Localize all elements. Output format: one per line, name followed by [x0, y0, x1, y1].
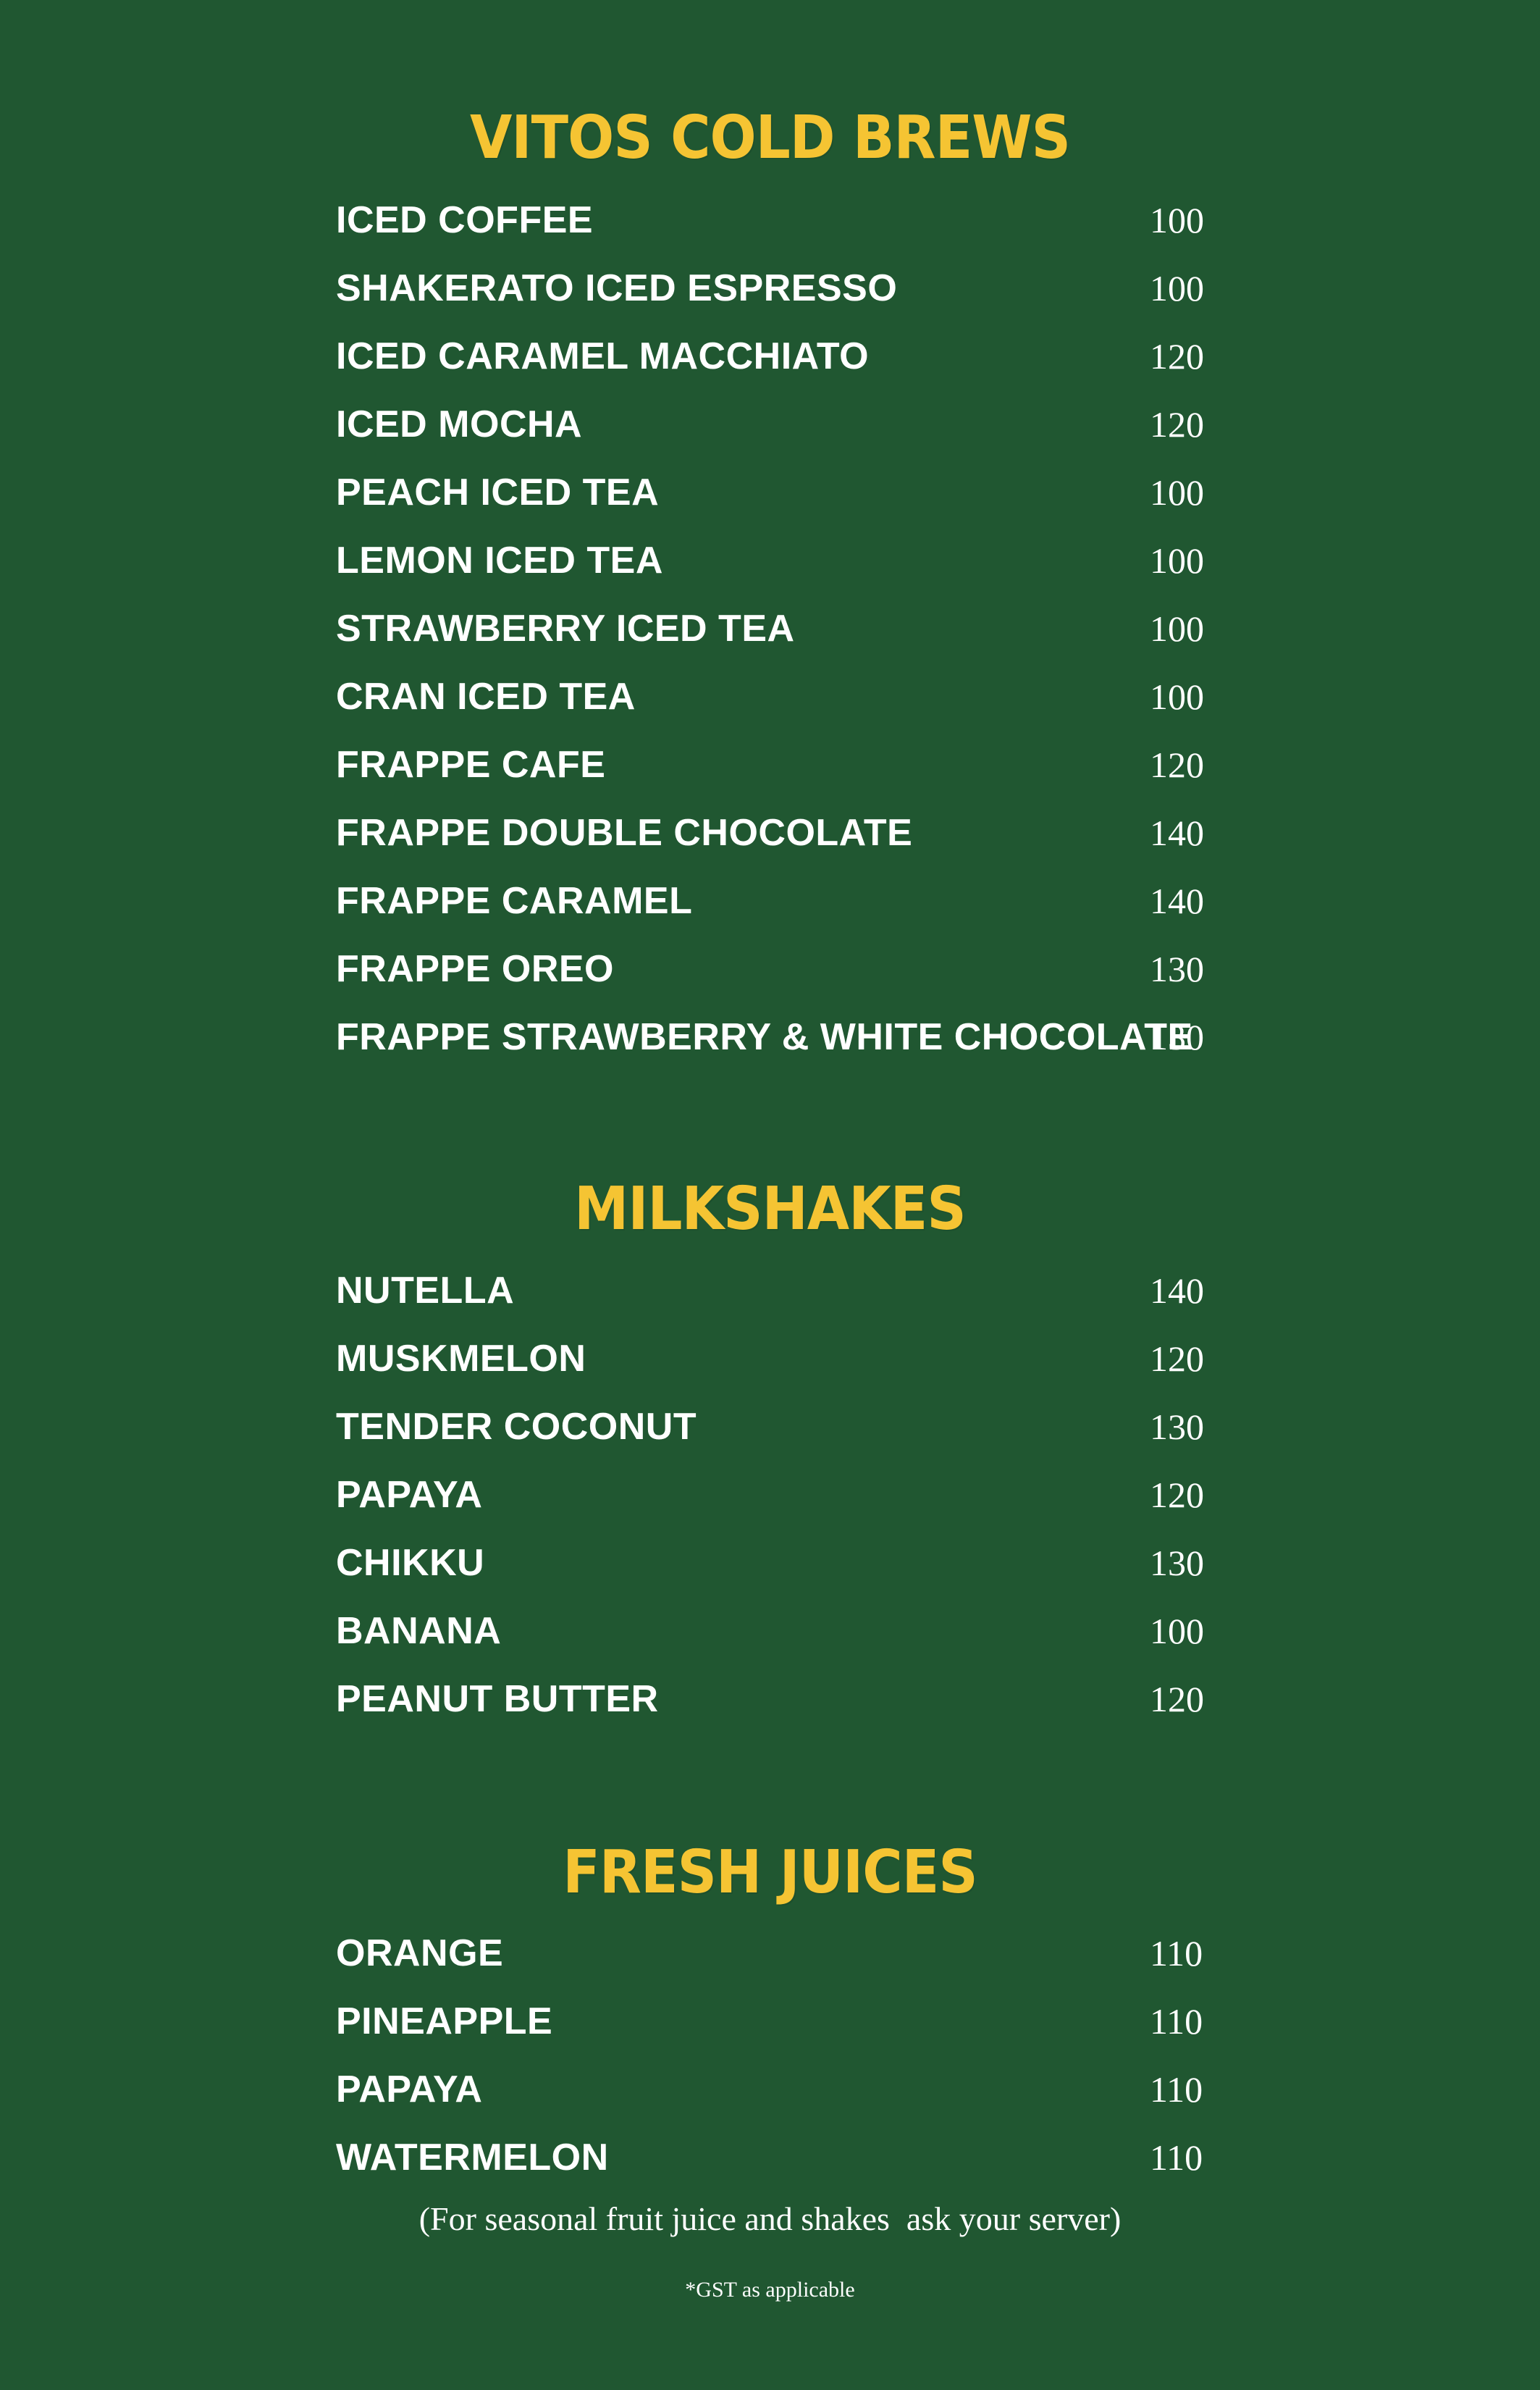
item-price: 130	[1150, 1406, 1204, 1447]
item-name: FRAPPE CAFE	[336, 744, 606, 786]
menu-item: BANANA 100	[336, 1597, 1205, 1665]
menu-item: PINEAPPLE 110	[336, 1987, 1205, 2055]
item-price: 120	[1150, 1338, 1204, 1379]
menu-item: FRAPPE CAFE 120	[336, 731, 1205, 799]
item-price: 120	[1150, 336, 1204, 377]
item-name: BANANA	[336, 1610, 502, 1652]
item-price: 110	[1150, 2001, 1203, 2042]
item-name: ORANGE	[336, 1932, 504, 1974]
item-price: 100	[1150, 608, 1204, 649]
menu-item: ICED MOCHA 120	[336, 390, 1205, 458]
item-price: 100	[1150, 472, 1204, 513]
item-price: 100	[1150, 200, 1204, 240]
item-name: MUSKMELON	[336, 1338, 586, 1380]
section-title-fresh-juices: FRESH JUICES	[563, 1838, 977, 1907]
menu-item: PAPAYA 120	[336, 1461, 1205, 1529]
item-price: 130	[1150, 1017, 1204, 1057]
item-name: PINEAPPLE	[336, 2000, 553, 2042]
menu-item: FRAPPE STRAWBERRY & WHITE CHOCOLATE 130	[336, 1003, 1205, 1071]
milkshakes-list: NUTELLA 140 MUSKMELON 120 TENDER COCONUT 13…	[336, 1257, 1205, 1733]
item-name: FRAPPE STRAWBERRY & WHITE CHOCOLATE	[336, 1016, 1193, 1058]
item-name: ICED MOCHA	[336, 403, 583, 445]
item-price: 120	[1150, 1475, 1204, 1515]
item-price: 130	[1150, 949, 1204, 989]
item-name: FRAPPE OREO	[336, 948, 614, 990]
menu-item: CRAN ICED TEA 100	[336, 663, 1205, 731]
item-price: 110	[1150, 2137, 1203, 2178]
cold-brews-list: ICED COFFEE 100 SHAKERATO ICED ESPRESSO 10…	[336, 186, 1205, 1071]
seasonal-note: (For seasonal fruit juice and shakes ask…	[418, 2200, 1122, 2237]
gst-note: *GST as applicable	[685, 2278, 855, 2302]
item-price: 100	[1150, 1611, 1204, 1651]
item-name: PAPAYA	[336, 2068, 483, 2110]
item-price: 120	[1150, 745, 1204, 785]
item-name: ICED COFFEE	[336, 199, 594, 241]
menu-item: STRAWBERRY ICED TEA 100	[336, 595, 1205, 663]
item-name: CHIKKU	[336, 1542, 485, 1584]
menu-item: MUSKMELON 120	[336, 1325, 1205, 1393]
menu-item: FRAPPE OREO 130	[336, 935, 1205, 1003]
item-name: PEANUT BUTTER	[336, 1678, 659, 1720]
menu-item: CHIKKU 130	[336, 1529, 1205, 1597]
item-name: STRAWBERRY ICED TEA	[336, 608, 795, 650]
menu-item: NUTELLA 140	[336, 1257, 1205, 1325]
item-price: 140	[1150, 881, 1204, 921]
menu-item: TENDER COCONUT 130	[336, 1393, 1205, 1461]
menu-item: WATERMELON 110	[336, 2123, 1205, 2192]
item-name: ICED CARAMEL MACCHIATO	[336, 335, 870, 377]
menu-item: LEMON ICED TEA 100	[336, 527, 1205, 595]
menu-item: PEACH ICED TEA 100	[336, 458, 1205, 527]
item-name: FRAPPE CARAMEL	[336, 880, 693, 922]
fresh-juices-list: ORANGE 110 PINEAPPLE 110 PAPAYA 110 WATERME…	[336, 1919, 1205, 2192]
menu-item: ORANGE 110	[336, 1919, 1205, 1987]
item-price: 130	[1150, 1543, 1204, 1583]
section-title-cold-brews: VITOS COLD BREWS	[469, 104, 1071, 172]
item-name: LEMON ICED TEA	[336, 540, 663, 582]
item-name: NUTELLA	[336, 1270, 515, 1312]
menu-item: FRAPPE CARAMEL 140	[336, 867, 1205, 935]
item-name: PAPAYA	[336, 1474, 483, 1516]
menu-item: PAPAYA 110	[336, 2055, 1205, 2123]
menu-item: SHAKERATO ICED ESPRESSO 100	[336, 254, 1205, 322]
item-name: WATERMELON	[336, 2137, 609, 2179]
menu-item: ICED COFFEE 100	[336, 186, 1205, 254]
item-price: 120	[1150, 404, 1204, 445]
item-name: PEACH ICED TEA	[336, 471, 660, 513]
item-price: 100	[1150, 268, 1204, 309]
item-name: SHAKERATO ICED ESPRESSO	[336, 267, 898, 309]
item-price: 100	[1150, 676, 1204, 717]
item-name: CRAN ICED TEA	[336, 676, 636, 718]
menu-page: VITOS COLD BREWS ICED COFFEE 100 SHAKERAT…	[0, 0, 1540, 2390]
section-title-milkshakes: MILKSHAKES	[574, 1175, 967, 1244]
menu-item: ICED CARAMEL MACCHIATO 120	[336, 322, 1205, 390]
item-price: 110	[1150, 1933, 1203, 1974]
item-price: 140	[1150, 813, 1204, 853]
item-price: 140	[1150, 1270, 1204, 1311]
menu-item: FRAPPE DOUBLE CHOCOLATE 140	[336, 799, 1205, 867]
item-name: TENDER COCONUT	[336, 1406, 697, 1448]
menu-item: PEANUT BUTTER 120	[336, 1665, 1205, 1733]
item-price: 100	[1150, 540, 1204, 581]
item-price: 120	[1150, 1679, 1204, 1719]
item-name: FRAPPE DOUBLE CHOCOLATE	[336, 812, 913, 854]
item-price: 110	[1150, 2069, 1203, 2110]
